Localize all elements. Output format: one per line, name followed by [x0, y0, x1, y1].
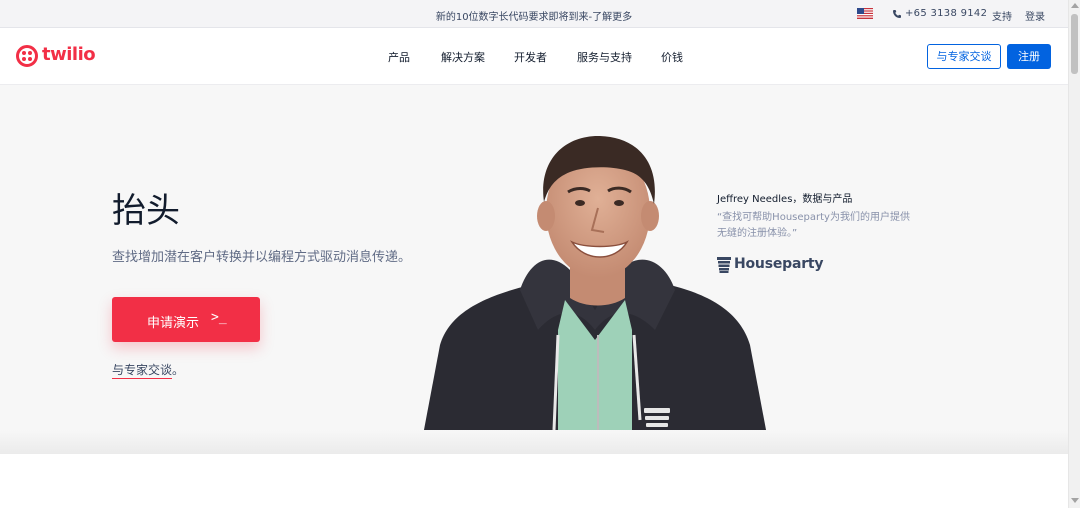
terminal-prompt-icon: >_ — [211, 310, 227, 325]
phone-number[interactable]: +65 3138 9142 — [905, 8, 987, 19]
twilio-logo[interactable]: twilio — [16, 44, 96, 70]
nav-item-products[interactable]: 产品 — [388, 49, 410, 65]
testimonial-author: Jeffrey Needles，数据与产品 — [717, 194, 853, 205]
nav-item-developers[interactable]: 开发者 — [514, 49, 547, 65]
customer-portrait-image — [420, 135, 770, 451]
request-demo-label: 申请演示 — [147, 316, 200, 331]
houseparty-logo-text: Houseparty — [734, 256, 824, 272]
talk-to-expert-link-text: 与专家交谈 — [112, 363, 173, 379]
main-navbar: twilio 产品 解决方案 开发者 服务与支持 价钱 与专家交谈 注册 — [0, 28, 1068, 85]
talk-to-expert-link-suffix: 。 — [172, 363, 185, 377]
scroll-down-arrow-icon[interactable] — [1071, 498, 1079, 503]
hero-title: 抬头 — [112, 191, 180, 231]
scroll-up-arrow-icon[interactable] — [1071, 3, 1079, 8]
hero-bottom-shadow — [0, 430, 1068, 454]
testimonial-quote: “查找可帮助Houseparty为我们的用户提供无缝的注册体验。” — [717, 212, 910, 239]
announcement-bar: 新的10位数字长代码要求即将到来-了解更多 +65 3138 9142 支持 登… — [0, 0, 1068, 28]
twilio-logo-mark-icon — [16, 45, 38, 67]
twilio-logo-text: twilio — [42, 44, 96, 65]
request-demo-button[interactable]: 申请演示 >_ — [112, 297, 260, 342]
hero-subtitle: 查找增加潜在客户转换并以编程方式驱动消息传递。 — [112, 250, 412, 265]
page-scrollbar[interactable] — [1068, 0, 1080, 508]
signup-button[interactable]: 注册 — [1007, 44, 1051, 69]
support-link[interactable]: 支持 — [992, 8, 1012, 23]
phone-icon — [893, 10, 901, 18]
houseparty-cup-icon — [717, 257, 731, 273]
talk-to-expert-link[interactable]: 与专家交谈。 — [112, 361, 185, 379]
nav-item-support[interactable]: 服务与支持 — [577, 49, 632, 65]
scrollbar-thumb[interactable] — [1071, 14, 1078, 74]
login-link[interactable]: 登录 — [1025, 8, 1045, 23]
nav-item-pricing[interactable]: 价钱 — [661, 49, 683, 65]
nav-item-solutions[interactable]: 解决方案 — [441, 49, 485, 65]
us-flag-icon[interactable] — [857, 8, 873, 19]
hero-section: 抬头 查找增加潜在客户转换并以编程方式驱动消息传递。 申请演示 >_ 与专家交谈… — [0, 85, 1068, 451]
talk-to-expert-button[interactable]: 与专家交谈 — [927, 44, 1001, 69]
